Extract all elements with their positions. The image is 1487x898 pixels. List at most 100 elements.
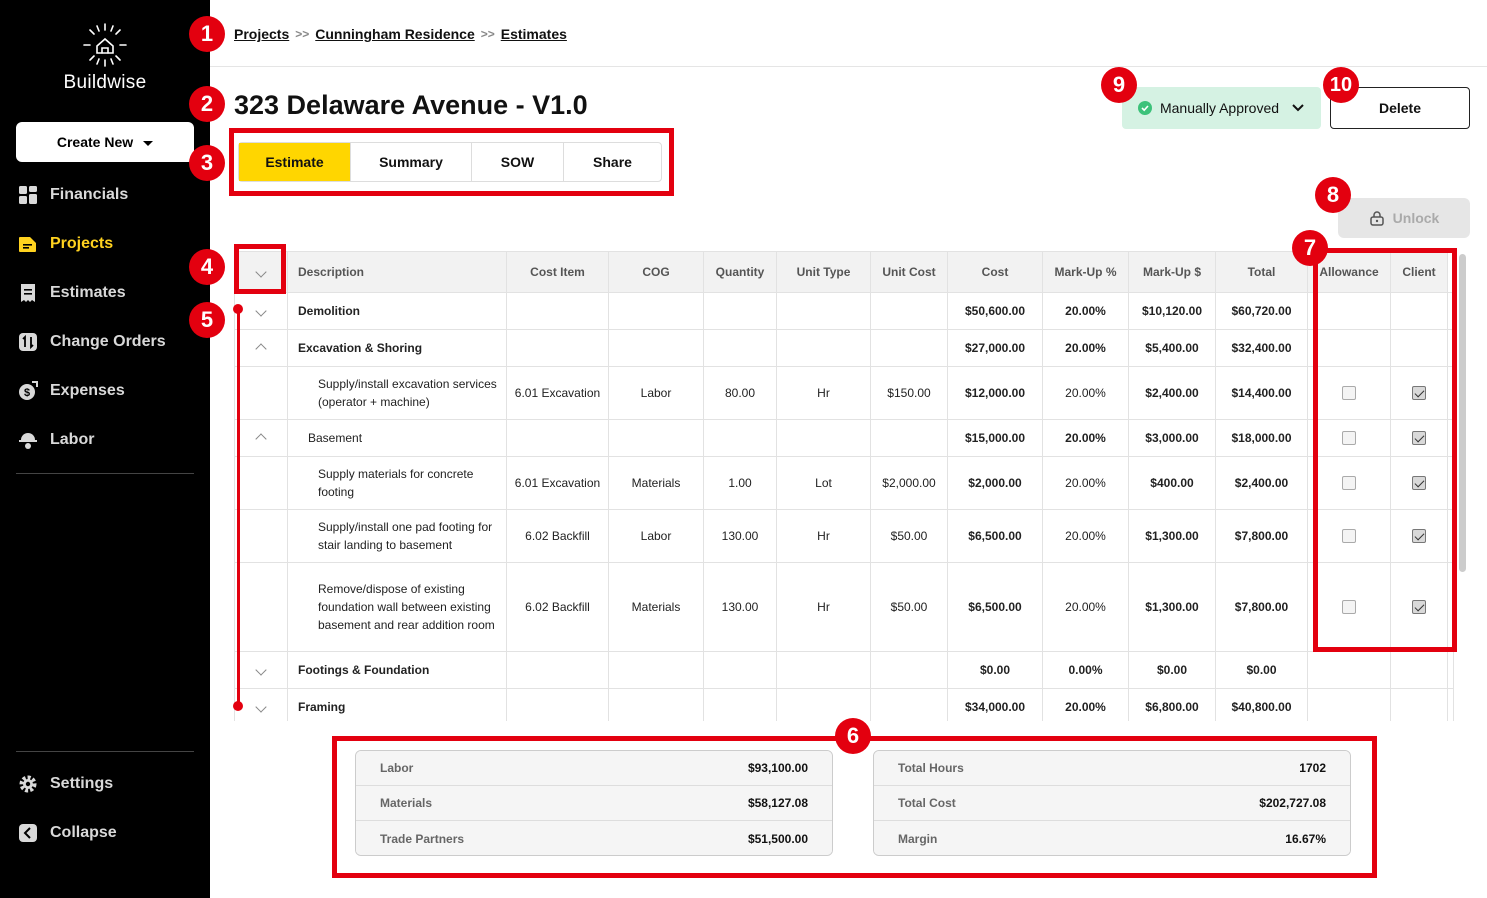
- cell-cost-item[interactable]: 6.02 Backfill: [506, 562, 609, 652]
- chevron-double-right-icon: >>: [295, 27, 310, 41]
- chevron-up-icon: [255, 432, 267, 445]
- annotation-box-collapse: [234, 244, 286, 294]
- cell-cost: $27,000.00: [947, 329, 1043, 367]
- table-row: Supply/install one pad footing for stair…: [234, 509, 1454, 563]
- annotation-box-summary: [332, 736, 1377, 878]
- cell-quantity: [703, 329, 777, 367]
- cell-unit-type[interactable]: Hr: [776, 509, 871, 563]
- table-row: Framing $34,000.00 20.00% $6,800.00 $40,…: [234, 688, 1454, 721]
- nav-financials[interactable]: Financials: [18, 182, 128, 208]
- cell-unit-cost[interactable]: $2,000.00: [870, 456, 948, 510]
- cell-unit-type: [776, 292, 871, 330]
- cell-description: Basement: [287, 419, 507, 457]
- create-new-label: Create New: [56, 134, 134, 150]
- cell-cost-item[interactable]: 6.01 Excavation: [506, 456, 609, 510]
- cell-description[interactable]: Remove/dispose of existing foundation wa…: [287, 562, 507, 652]
- swap-icon: [18, 332, 38, 352]
- cell-unit-cost[interactable]: $50.00: [870, 509, 948, 563]
- unlock-button[interactable]: Unlock: [1338, 198, 1470, 238]
- nav-label: Financials: [50, 186, 129, 203]
- cell-cog: [608, 329, 704, 367]
- approval-status-dropdown[interactable]: Manually Approved: [1122, 87, 1321, 129]
- nav-collapse[interactable]: Collapse: [18, 820, 117, 846]
- nav-label: Settings: [50, 775, 114, 792]
- cell-markup-pct[interactable]: 20.00%: [1042, 456, 1129, 510]
- annotation-dot: [233, 304, 243, 314]
- table-header-row: Description Cost Item COG Quantity Unit …: [234, 251, 1454, 293]
- cell-allowance: [1307, 688, 1391, 721]
- cell-total: $7,800.00: [1215, 562, 1308, 652]
- cell-unit-cost: [870, 329, 948, 367]
- cell-total: $18,000.00: [1215, 419, 1308, 457]
- brand-logo[interactable]: Buildwise: [0, 22, 210, 94]
- col-header: COG: [608, 251, 704, 293]
- table-row: Demolition $50,600.00 20.00% $10,120.00 …: [234, 292, 1454, 330]
- cell-markup-amt: $0.00: [1128, 651, 1216, 689]
- nav-change-orders[interactable]: Change Orders: [18, 329, 166, 355]
- cell-cog[interactable]: Materials: [608, 562, 704, 652]
- cell-spacer: [1447, 651, 1454, 689]
- cell-unit-type[interactable]: Lot: [776, 456, 871, 510]
- hardhat-icon: [18, 430, 38, 450]
- estimate-table-container[interactable]: Description Cost Item COG Quantity Unit …: [234, 251, 1469, 721]
- cell-quantity: [703, 688, 777, 721]
- cell-unit-type[interactable]: Hr: [776, 366, 871, 420]
- cell-quantity[interactable]: 130.00: [703, 562, 777, 652]
- annotation-dot: [233, 701, 243, 711]
- table-row: Excavation & Shoring $27,000.00 20.00% $…: [234, 329, 1454, 367]
- cell-quantity[interactable]: 80.00: [703, 366, 777, 420]
- sidebar: Buildwise Create New Financials Projects…: [0, 0, 210, 898]
- annotation-box-columns: [1313, 248, 1457, 652]
- cell-markup-amt: $5,400.00: [1128, 329, 1216, 367]
- breadcrumb: Projects >> Cunningham Residence >> Esti…: [234, 26, 567, 42]
- gear-icon: [18, 774, 38, 794]
- row-expand-toggle[interactable]: [234, 651, 288, 689]
- nav-expenses[interactable]: $ Expenses: [18, 378, 125, 404]
- cell-cog[interactable]: Labor: [608, 366, 704, 420]
- annotation-badge: 7: [1292, 230, 1328, 266]
- cell-unit-type[interactable]: Hr: [776, 562, 871, 652]
- cell-description[interactable]: Supply materials for concrete footing: [287, 456, 507, 510]
- nav-settings[interactable]: Settings: [18, 771, 113, 797]
- cell-quantity[interactable]: 1.00: [703, 456, 777, 510]
- approval-status-label: Manually Approved: [1159, 100, 1280, 116]
- receipt-icon: [18, 283, 38, 303]
- cell-cost: $50,600.00: [947, 292, 1043, 330]
- row-expand-toggle[interactable]: [234, 419, 288, 457]
- cell-client: [1390, 651, 1448, 689]
- cell-description[interactable]: Supply/install excavation services (oper…: [287, 366, 507, 420]
- breadcrumb-project[interactable]: Cunningham Residence: [315, 26, 474, 42]
- cell-cost-item[interactable]: 6.02 Backfill: [506, 509, 609, 563]
- cell-cost: $2,000.00: [947, 456, 1043, 510]
- cell-markup-pct[interactable]: 20.00%: [1042, 366, 1129, 420]
- cell-unit-cost[interactable]: $150.00: [870, 366, 948, 420]
- cell-toggle: [234, 562, 288, 652]
- breadcrumb-projects[interactable]: Projects: [234, 26, 289, 42]
- breadcrumb-estimates[interactable]: Estimates: [501, 26, 567, 42]
- nav-labor[interactable]: Labor: [18, 427, 94, 453]
- cell-description[interactable]: Supply/install one pad footing for stair…: [287, 509, 507, 563]
- cell-cost-item[interactable]: 6.01 Excavation: [506, 366, 609, 420]
- row-expand-toggle[interactable]: [234, 329, 288, 367]
- col-header: Mark-Up %: [1042, 251, 1129, 293]
- col-header: Total: [1215, 251, 1308, 293]
- cell-markup-pct: 20.00%: [1042, 419, 1129, 457]
- table-scrollbar[interactable]: [1459, 254, 1466, 572]
- cell-total: $7,800.00: [1215, 509, 1308, 563]
- cell-cog[interactable]: Materials: [608, 456, 704, 510]
- cell-quantity[interactable]: 130.00: [703, 509, 777, 563]
- svg-text:$: $: [24, 387, 30, 399]
- nav-projects[interactable]: Projects: [18, 231, 113, 257]
- cell-unit-cost[interactable]: $50.00: [870, 562, 948, 652]
- annotation-badge: 2: [189, 86, 225, 122]
- coin-icon: $: [18, 381, 38, 401]
- cell-markup-pct[interactable]: 20.00%: [1042, 562, 1129, 652]
- nav-estimates[interactable]: Estimates: [18, 280, 126, 306]
- cell-cog[interactable]: Labor: [608, 509, 704, 563]
- cell-markup-amt: $1,300.00: [1128, 562, 1216, 652]
- table-row: Basement $15,000.00 20.00% $3,000.00 $18…: [234, 419, 1454, 457]
- create-new-button[interactable]: Create New: [16, 122, 194, 162]
- cell-markup-pct[interactable]: 20.00%: [1042, 509, 1129, 563]
- cell-allowance: [1307, 651, 1391, 689]
- annotation-badge: 6: [835, 718, 871, 754]
